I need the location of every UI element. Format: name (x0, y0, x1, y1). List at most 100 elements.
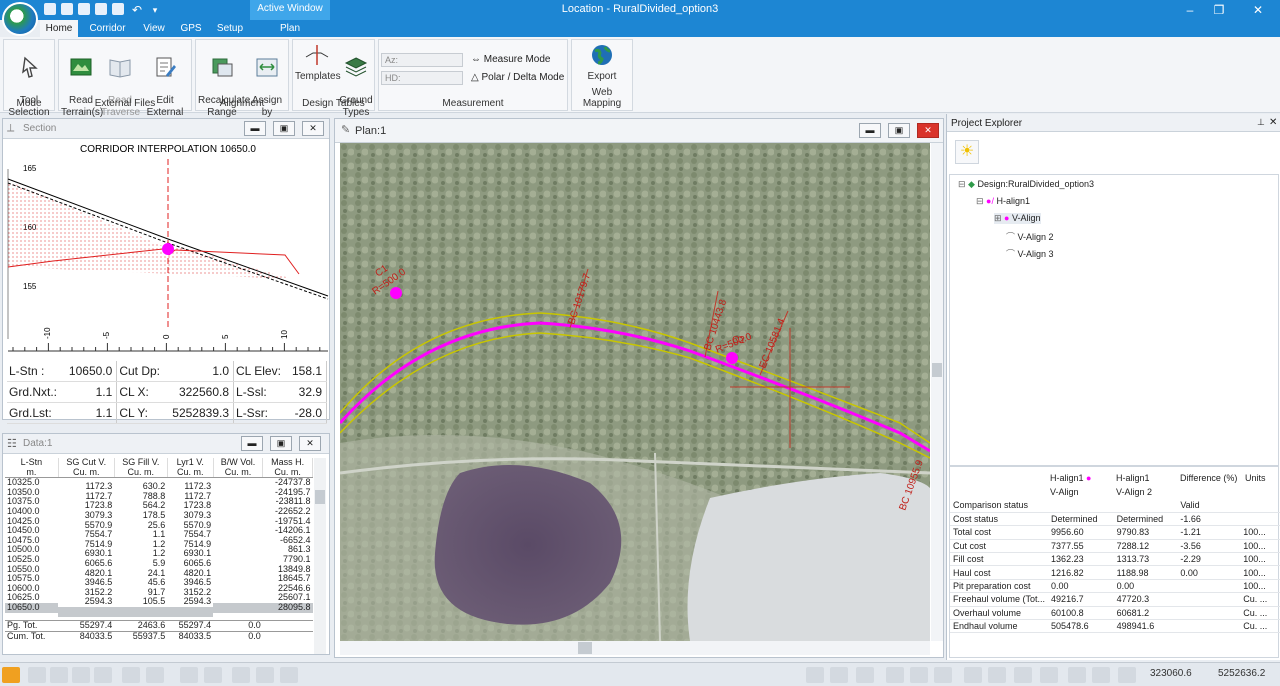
status-bar: 323060.6 5252636.2 (0, 662, 1280, 686)
tab-setup[interactable]: Setup (212, 20, 248, 37)
shear-icon[interactable] (28, 667, 46, 683)
comparison-row[interactable]: Total cost 9956.60 9790.83 -1.21 100... (950, 526, 1280, 540)
zoom-in-icon[interactable] (1068, 667, 1086, 683)
readout-label: CL Elev: (233, 361, 286, 382)
zigzag-icon[interactable] (204, 667, 222, 683)
comparison-row[interactable]: Fill cost 1362.23 1313.73 -2.29 100... (950, 553, 1280, 566)
table-column-header[interactable]: SG Cut V. Cu. m. (58, 457, 115, 479)
comparison-d: -3.56 (1180, 540, 1201, 551)
back-arrow-icon[interactable] (806, 667, 824, 683)
zoom-icon[interactable] (964, 667, 982, 683)
comparison-row[interactable]: Cut cost 7377.55 7288.12 -3.56 100... (950, 539, 1280, 553)
plan-close-button[interactable]: ✕ (917, 123, 939, 138)
open-file-icon[interactable] (61, 3, 73, 15)
plan-hscroll-thumb[interactable] (578, 642, 592, 654)
minimize-window-button[interactable]: – (1180, 3, 1200, 17)
table-column-header[interactable]: Mass H. Cu. m. (262, 457, 313, 479)
comparison-row[interactable]: Haul cost 1216.82 1188.98 0.00 100... (950, 566, 1280, 580)
tab-gps[interactable]: GPS (176, 20, 206, 37)
section-maximize-button[interactable]: ▣ (273, 121, 295, 136)
save-as-icon[interactable] (95, 3, 107, 15)
measure-mode-button[interactable]: ⇔ Measure Mode (471, 54, 550, 65)
curve-c2-point[interactable] (726, 352, 738, 364)
draw-alignment-icon[interactable] (2, 667, 20, 683)
table-column-header[interactable]: SG Fill V. Cu. m. (114, 457, 168, 479)
print-icon[interactable] (112, 3, 124, 15)
flag-icon[interactable] (856, 667, 874, 683)
triangle-icon: △ (471, 72, 482, 83)
comparison-row[interactable]: Pit preparation cost 0.00 0.00 100... (950, 579, 1280, 593)
comparison-row[interactable]: Cost status Determined Determined -1.66 (950, 512, 1280, 526)
table-column-header[interactable]: B/W Vol. Cu. m. (213, 457, 264, 479)
tree-halign-node[interactable]: ⊟ ●/ H-align1 (976, 196, 1030, 207)
qat-dropdown-icon[interactable]: ▾ (145, 3, 165, 17)
tab-home[interactable]: Home (40, 20, 78, 37)
data-minimize-button[interactable]: ▬ (241, 436, 263, 451)
plan-vscrollbar[interactable] (931, 143, 943, 641)
sun-icon[interactable]: ☀ (955, 140, 979, 164)
zoom-previous-icon[interactable] (1118, 667, 1136, 683)
app-logo[interactable] (2, 2, 38, 36)
plan-vscroll-thumb[interactable] (932, 363, 942, 377)
data-close-button[interactable]: ✕ (299, 436, 321, 451)
plan-map[interactable]: C1 R=500.0 C2 R=500.0 BC 10179.7 BC 1044… (340, 143, 930, 641)
list-icon[interactable] (232, 667, 250, 683)
data-scroll-thumb[interactable] (315, 490, 325, 504)
close-window-button[interactable]: ✕ (1248, 3, 1268, 17)
data-maximize-button[interactable]: ▣ (270, 436, 292, 451)
table-column-header[interactable]: Lyr1 V. Cu. m. (167, 457, 214, 479)
grid-icon[interactable] (94, 667, 112, 683)
comparison-row[interactable]: Comparison status Valid (950, 499, 1280, 513)
section-title: Section (23, 123, 57, 134)
pin-icon[interactable]: ⊥ (1257, 117, 1265, 128)
section-tool-icon[interactable] (72, 667, 90, 683)
tab-plan[interactable]: Plan (274, 20, 306, 37)
data-scrollbar[interactable] (314, 458, 326, 654)
table-row[interactable]: 10325.0 1172.3 630.2 1172.3 -24737.8 (5, 477, 313, 491)
section-close-button[interactable]: ✕ (302, 121, 324, 136)
tree-design-node[interactable]: ⊟ ◆ Design:RuralDivided_option3 (958, 179, 1094, 190)
templates-button[interactable]: Templates (295, 43, 341, 83)
save-icon[interactable] (78, 3, 90, 15)
measure-arrows-icon: ⇔ (471, 54, 484, 65)
azimuth-field[interactable]: Az: (381, 53, 463, 67)
box-icon[interactable] (146, 667, 164, 683)
comparison-row[interactable]: Overhaul volume 60100.8 60681.2 Cu. ... (950, 606, 1280, 620)
tree-valign3-node[interactable]: ⌒ V-Align 3 (1006, 247, 1054, 260)
horizontal-distance-field[interactable]: HD: (381, 71, 463, 85)
road-icon[interactable] (256, 667, 274, 683)
windows-cascade-icon[interactable] (886, 667, 904, 683)
y-tick-155: 155 (23, 282, 37, 291)
new-file-icon[interactable] (44, 3, 56, 15)
table-column-header[interactable]: L-Stn m. (5, 457, 59, 479)
comparison-row[interactable]: Freehaul volume (Tot... 49216.7 47720.3 Cu.… (950, 593, 1280, 607)
tile-vertical-icon[interactable] (910, 667, 928, 683)
plan-hscrollbar[interactable] (340, 641, 930, 655)
forward-arrow-icon[interactable] (830, 667, 848, 683)
curve-icon[interactable] (50, 667, 68, 683)
tools-icon[interactable] (280, 667, 298, 683)
plan-maximize-button[interactable]: ▣ (888, 123, 910, 138)
lock-icon[interactable] (1014, 667, 1032, 683)
tree-valign-node[interactable]: ⊞ ● V-Align (994, 213, 1041, 224)
tab-view[interactable]: View (137, 20, 171, 37)
explorer-close-icon[interactable]: ✕ (1269, 117, 1277, 128)
zoom-out-icon[interactable] (1092, 667, 1110, 683)
comparison-row[interactable]: Endhaul volume 505478.6 498941.6 Cu. ... (950, 620, 1280, 633)
maximize-window-button[interactable]: ❐ (1209, 3, 1229, 17)
polar-delta-mode-button[interactable]: △ Polar / Delta Mode (471, 72, 564, 83)
export-button[interactable]: Export (578, 43, 626, 83)
section-minimize-button[interactable]: ▬ (244, 121, 266, 136)
curve-c1-center[interactable] (390, 287, 402, 299)
layers-icon[interactable] (122, 667, 140, 683)
totals-mass (263, 621, 313, 632)
tab-corridor[interactable]: Corridor (85, 20, 130, 37)
tile-horizontal-icon[interactable] (934, 667, 952, 683)
undo-icon[interactable]: ↶ (127, 3, 147, 17)
pan-hand-icon[interactable] (1040, 667, 1058, 683)
tree-valign2-node[interactable]: ⌒ V-Align 2 (1006, 230, 1054, 243)
profile-icon[interactable] (180, 667, 198, 683)
plan-minimize-button[interactable]: ▬ (859, 123, 881, 138)
column-unit: Cu. m. (224, 466, 252, 477)
zoom-extents-icon[interactable] (988, 667, 1006, 683)
